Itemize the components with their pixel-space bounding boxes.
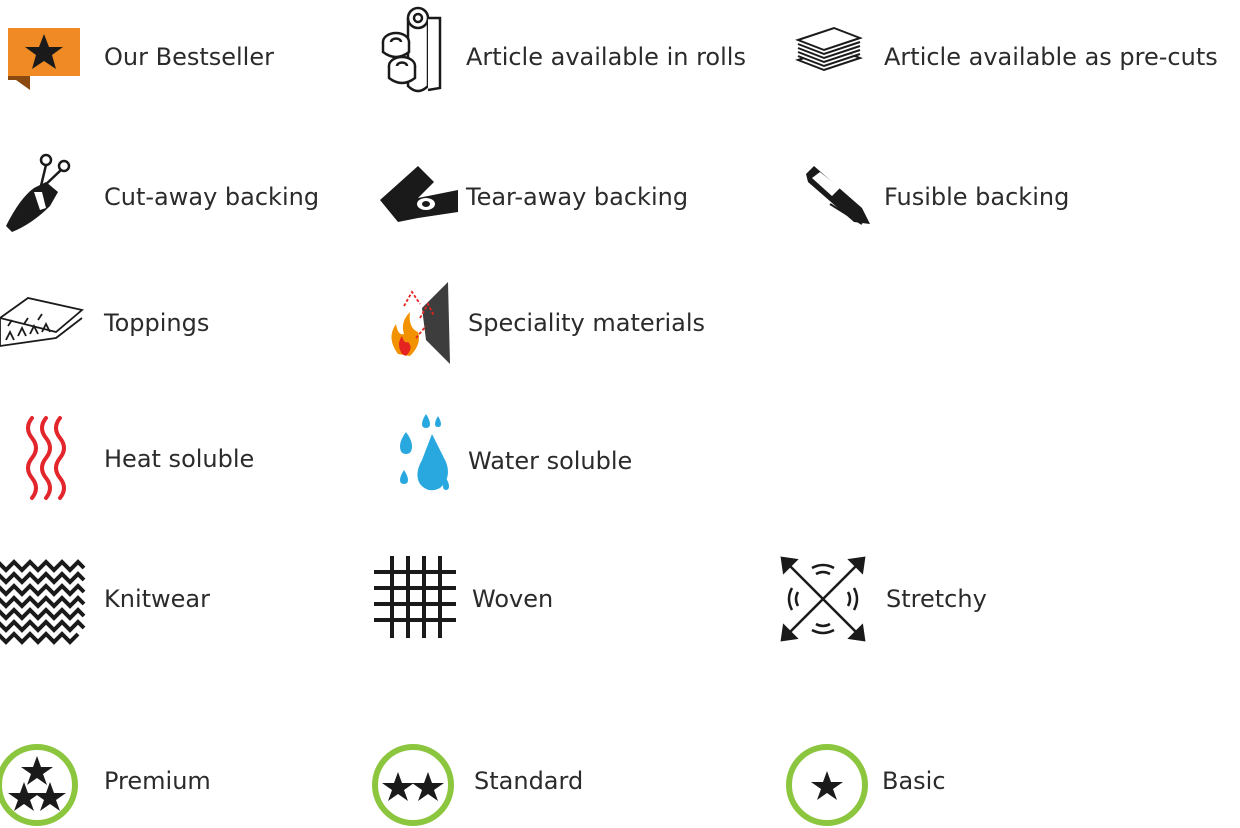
paper-rolls-icon (372, 4, 452, 94)
rolls-label: Article available in rolls (466, 43, 746, 71)
knitwear-label: Knitwear (104, 585, 210, 613)
iron-icon (804, 164, 876, 228)
stretchy-label: Stretchy (886, 585, 987, 613)
bestseller-label: Our Bestseller (104, 43, 274, 71)
precuts-label: Article available as pre-cuts (884, 43, 1218, 71)
heat-soluble-label: Heat soluble (104, 445, 255, 473)
fusible-label: Fusible backing (884, 183, 1070, 211)
water-soluble-label: Water soluble (468, 447, 633, 475)
sheet-stack-icon (794, 26, 864, 74)
knit-pattern-icon (0, 556, 86, 645)
heat-waves-icon (22, 414, 70, 500)
tearing-hand-icon (378, 164, 460, 226)
flame-panel-icon (386, 278, 456, 368)
stretch-arrows-icon (778, 554, 868, 644)
speciality-label: Speciality materials (468, 309, 706, 337)
water-drops-icon (392, 412, 456, 496)
cutaway-label: Cut-away backing (104, 183, 320, 211)
one-star-circle-icon (784, 742, 870, 828)
woven-label: Woven (472, 585, 554, 613)
standard-label: Standard (474, 767, 584, 795)
topping-sheet-icon (0, 296, 84, 348)
basic-label: Basic (882, 767, 946, 795)
three-stars-circle-icon (0, 742, 80, 828)
premium-label: Premium (104, 767, 211, 795)
two-stars-circle-icon (370, 742, 456, 828)
scissors-hand-icon (4, 152, 74, 232)
orange-star-flag-icon (8, 28, 80, 90)
tearaway-label: Tear-away backing (466, 183, 689, 211)
toppings-label: Toppings (104, 309, 210, 337)
woven-grid-icon (374, 556, 456, 638)
